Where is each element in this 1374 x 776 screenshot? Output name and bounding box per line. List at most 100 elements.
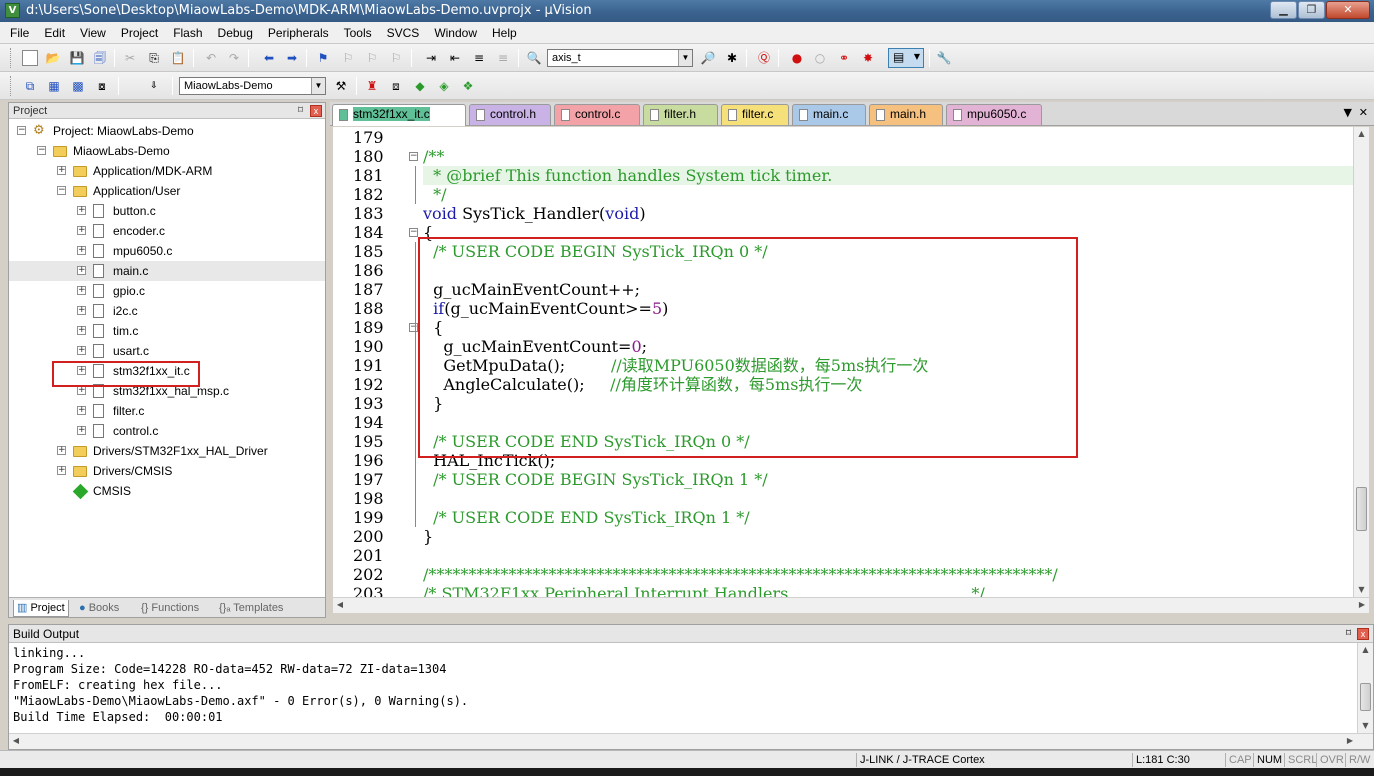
manage-project-items-icon[interactable]: ♜ <box>364 78 380 94</box>
tab-books[interactable]: ● Books <box>79 600 119 617</box>
code-line[interactable]: if(g_ucMainEventCount>=5) <box>423 299 1353 318</box>
scroll-up-icon[interactable]: ▲ <box>1358 643 1373 657</box>
editor-tab-control-c[interactable]: control.c <box>554 104 640 125</box>
kill-breakpoints-icon[interactable]: ✸ <box>860 50 876 66</box>
tree-item[interactable]: + usart.c <box>9 341 325 361</box>
editor-tab-main-c[interactable]: main.c <box>792 104 866 125</box>
next-bookmark-icon[interactable]: ⚐ <box>364 50 380 66</box>
select-packs-icon[interactable]: ⧈ <box>388 78 404 94</box>
close-tab-icon[interactable]: ✕ <box>1359 106 1368 119</box>
collapse-icon[interactable]: − <box>57 186 66 195</box>
paste-icon[interactable]: 📋 <box>170 50 186 66</box>
tree-item[interactable]: − ⚙ Project: MiaowLabs-Demo <box>9 121 325 141</box>
code-line[interactable] <box>423 546 1353 565</box>
code-line[interactable] <box>423 489 1353 508</box>
tree-item[interactable]: + stm32f1xx_hal_msp.c <box>9 381 325 401</box>
menu-edit[interactable]: Edit <box>44 26 65 40</box>
chevron-down-icon[interactable]: ▼ <box>311 78 325 94</box>
editor-tab-control-h[interactable]: control.h <box>469 104 551 125</box>
code-line[interactable]: */ <box>423 185 1353 204</box>
minimize-button[interactable]: ▁ <box>1270 1 1297 19</box>
tree-item[interactable]: + gpio.c <box>9 281 325 301</box>
collapse-icon[interactable]: − <box>37 146 46 155</box>
cut-icon[interactable]: ✂ <box>122 50 138 66</box>
fold-toggle-icon[interactable]: − <box>409 228 418 237</box>
menu-peripherals[interactable]: Peripherals <box>268 26 329 40</box>
code-line[interactable]: AngleCalculate(); //角度环计算函数，每5ms执行一次 <box>423 375 1353 394</box>
tree-item[interactable]: + Drivers/CMSIS <box>9 461 325 481</box>
prev-bookmark-icon[interactable]: ⚐ <box>340 50 356 66</box>
code-editor[interactable]: 179 180−181 182 183 184−185 186 187 188 189−190 1… <box>333 127 1353 597</box>
editor-tab-mpu6050-c[interactable]: mpu6050.c <box>946 104 1042 125</box>
tree-item[interactable]: − MiaowLabs-Demo <box>9 141 325 161</box>
tree-item[interactable]: CMSIS <box>9 481 325 501</box>
menu-project[interactable]: Project <box>121 26 158 40</box>
toolbar-grip[interactable] <box>10 76 13 96</box>
tree-item[interactable]: + i2c.c <box>9 301 325 321</box>
tree-item[interactable]: + filter.c <box>9 401 325 421</box>
tab-list-icon[interactable]: ▼ <box>1344 106 1352 119</box>
code-line[interactable]: /* USER CODE BEGIN SysTick_IRQn 0 */ <box>423 242 1353 261</box>
editor-tab-filter-h[interactable]: filter.h <box>643 104 718 125</box>
enable-breakpoint-icon[interactable]: ○ <box>812 50 828 66</box>
expand-icon[interactable]: + <box>77 206 86 215</box>
scroll-down-icon[interactable]: ▼ <box>1358 719 1373 733</box>
code-line[interactable]: /* USER CODE BEGIN SysTick_IRQn 1 */ <box>423 470 1353 489</box>
code-line[interactable]: GetMpuData(); //读取MPU6050数据函数，每5ms执行一次 <box>423 356 1353 375</box>
expand-icon[interactable]: + <box>57 166 66 175</box>
scroll-left-icon[interactable]: ◀ <box>9 734 23 749</box>
expand-icon[interactable]: + <box>77 306 86 315</box>
code-line[interactable]: /* USER CODE END SysTick_IRQn 1 */ <box>423 508 1353 527</box>
expand-icon[interactable]: + <box>77 346 86 355</box>
expand-icon[interactable]: + <box>77 326 86 335</box>
close-panel-icon[interactable]: x <box>310 105 322 117</box>
editor-tab-main-h[interactable]: main.h <box>869 104 943 125</box>
pin-icon[interactable]: ⌑ <box>1346 625 1351 643</box>
tree-item[interactable]: + Application/MDK-ARM <box>9 161 325 181</box>
menu-debug[interactable]: Debug <box>218 26 253 40</box>
code-line[interactable]: /* STM32F1xx Peripheral Interrupt Handle… <box>423 584 1353 597</box>
code-line[interactable]: /***************************************… <box>423 565 1353 584</box>
tree-item[interactable]: + button.c <box>9 201 325 221</box>
new-file-icon[interactable] <box>22 50 38 66</box>
maximize-button[interactable]: ❐ <box>1298 1 1325 19</box>
scroll-down-icon[interactable]: ▼ <box>1354 583 1369 597</box>
insert-breakpoint-icon[interactable]: ● <box>789 50 805 66</box>
find-icon[interactable]: 🔎 <box>700 50 716 66</box>
scroll-right-icon[interactable]: ▶ <box>1343 734 1357 749</box>
expand-icon[interactable]: + <box>77 426 86 435</box>
tree-item[interactable]: − Application/User <box>9 181 325 201</box>
menu-view[interactable]: View <box>80 26 106 40</box>
pin-icon[interactable]: ⌑ <box>298 103 303 119</box>
build-icon[interactable]: ▦ <box>46 78 62 94</box>
menu-tools[interactable]: Tools <box>344 26 372 40</box>
navigate-back-icon[interactable]: ⬅ <box>261 50 277 66</box>
uncomment-icon[interactable]: ≡ <box>495 50 511 66</box>
bookmark-icon[interactable]: ⚑ <box>315 50 331 66</box>
expand-icon[interactable]: + <box>77 226 86 235</box>
expand-icon[interactable]: + <box>77 286 86 295</box>
save-all-icon[interactable]: 🗐 <box>92 50 108 66</box>
find-combo[interactable]: axis_t ▼ <box>547 49 693 67</box>
expand-icon[interactable]: + <box>77 366 86 375</box>
scroll-thumb[interactable] <box>1356 487 1367 531</box>
save-icon[interactable]: 💾 <box>69 50 85 66</box>
component-wizard-icon[interactable]: ❖ <box>460 78 476 94</box>
tab-project[interactable]: ▥ Project <box>13 600 69 617</box>
redo-icon[interactable]: ↷ <box>226 50 242 66</box>
expand-icon[interactable]: + <box>77 386 86 395</box>
code-line[interactable]: void SysTick_Handler(void) <box>423 204 1353 223</box>
tree-item[interactable]: + tim.c <box>9 321 325 341</box>
rebuild-icon[interactable]: ▩ <box>70 78 86 94</box>
expand-icon[interactable]: + <box>57 466 66 475</box>
editor-tab-stm32f1xx_it-c[interactable]: stm32f1xx_it.c <box>332 104 466 126</box>
code-line[interactable]: } <box>423 527 1353 546</box>
open-folder-icon[interactable]: 📂 <box>45 50 61 66</box>
code-line[interactable]: /** <box>423 147 1353 166</box>
tree-item[interactable]: + encoder.c <box>9 221 325 241</box>
code-line[interactable]: * @brief This function handles System ti… <box>423 166 1353 185</box>
scroll-left-icon[interactable]: ◀ <box>333 598 347 613</box>
editor-vertical-scrollbar[interactable]: ▲ ▼ <box>1353 127 1369 597</box>
code-line[interactable]: { <box>423 223 1353 242</box>
debug-start-icon[interactable]: Ⓠ <box>756 50 772 66</box>
